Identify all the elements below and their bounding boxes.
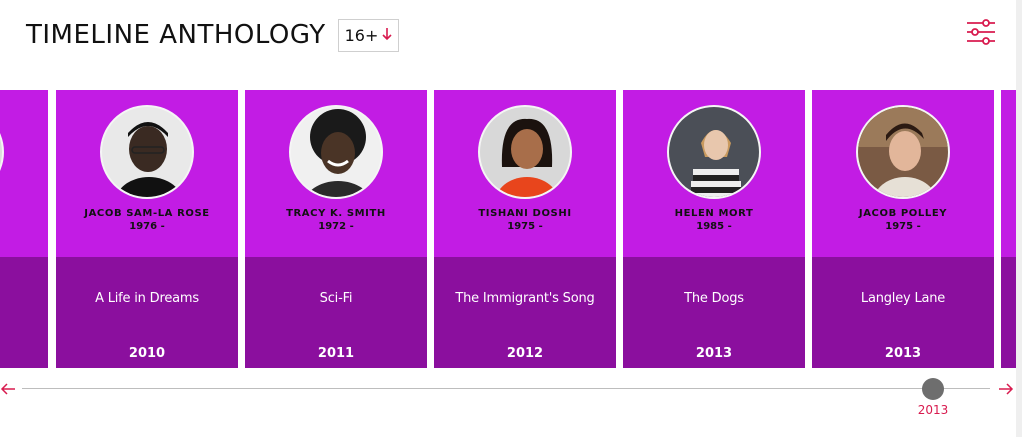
age-rating-label: 16+ [344,25,379,45]
work-year: 2013 [695,346,733,361]
avatar [289,105,383,199]
author-dates: 1976 - [129,221,165,232]
author-name: JACOB POLLEY [858,208,948,219]
avatar [478,105,572,199]
work-title: The Dogs [684,291,744,306]
card-partial-right[interactable] [1001,90,1016,368]
current-year-label: 2013 [917,403,949,417]
card-partial-left[interactable] [0,90,48,368]
timeline-card[interactable]: HELEN MORT 1985 - The Dogs 2013 [623,90,805,368]
card-bottom [0,257,48,368]
avatar [667,105,761,199]
avatar [856,105,950,199]
timeline-line [22,388,990,389]
arrow-left-icon[interactable] [0,379,16,397]
sliders-icon[interactable] [966,18,996,46]
card-bottom [1001,257,1016,368]
header: TIMELINE ANTHOLOGY 16+ [26,18,400,52]
work-year: 2013 [884,346,922,361]
work-year: 2011 [317,346,355,361]
author-dates: 1985 - [696,221,732,232]
timeline-thumb[interactable] [922,378,944,400]
timeline-scrubber: 2013 [0,378,1016,418]
work-title: Sci-Fi [319,291,353,306]
author-name: JACOB SAM-LA ROSE [84,208,210,219]
arrow-right-icon[interactable] [998,379,1014,397]
work-year: 2012 [506,346,544,361]
timeline-card[interactable]: TRACY K. SMITH 1972 - Sci-Fi 2011 [245,90,427,368]
author-dates: 1975 - [507,221,543,232]
card-top [0,90,48,257]
work-title: The Immigrant's Song [455,291,595,306]
avatar [100,105,194,199]
scrollbar[interactable] [1016,0,1022,437]
page-title: TIMELINE ANTHOLOGY [26,20,326,50]
card-carousel: JACOB SAM-LA ROSE 1976 - A Life in Dream… [0,90,1016,368]
work-title: Langley Lane [860,291,946,306]
author-dates: 1972 - [318,221,354,232]
timeline-card[interactable]: JACOB SAM-LA ROSE 1976 - A Life in Dream… [56,90,238,368]
timeline-card[interactable]: TISHANI DOSHI 1975 - The Immigrant's Son… [434,90,616,368]
author-name: TRACY K. SMITH [286,208,386,219]
work-year: 2010 [128,346,166,361]
author-name: HELEN MORT [674,208,754,219]
author-dates: 1975 - [885,221,921,232]
work-title: A Life in Dreams [95,291,199,306]
timeline-card[interactable]: JACOB POLLEY 1975 - Langley Lane 2013 [812,90,994,368]
card-top [1001,90,1016,257]
arrow-down-icon [382,26,392,45]
age-rating-sort-button[interactable]: 16+ [337,18,400,52]
author-name: TISHANI DOSHI [478,208,572,219]
